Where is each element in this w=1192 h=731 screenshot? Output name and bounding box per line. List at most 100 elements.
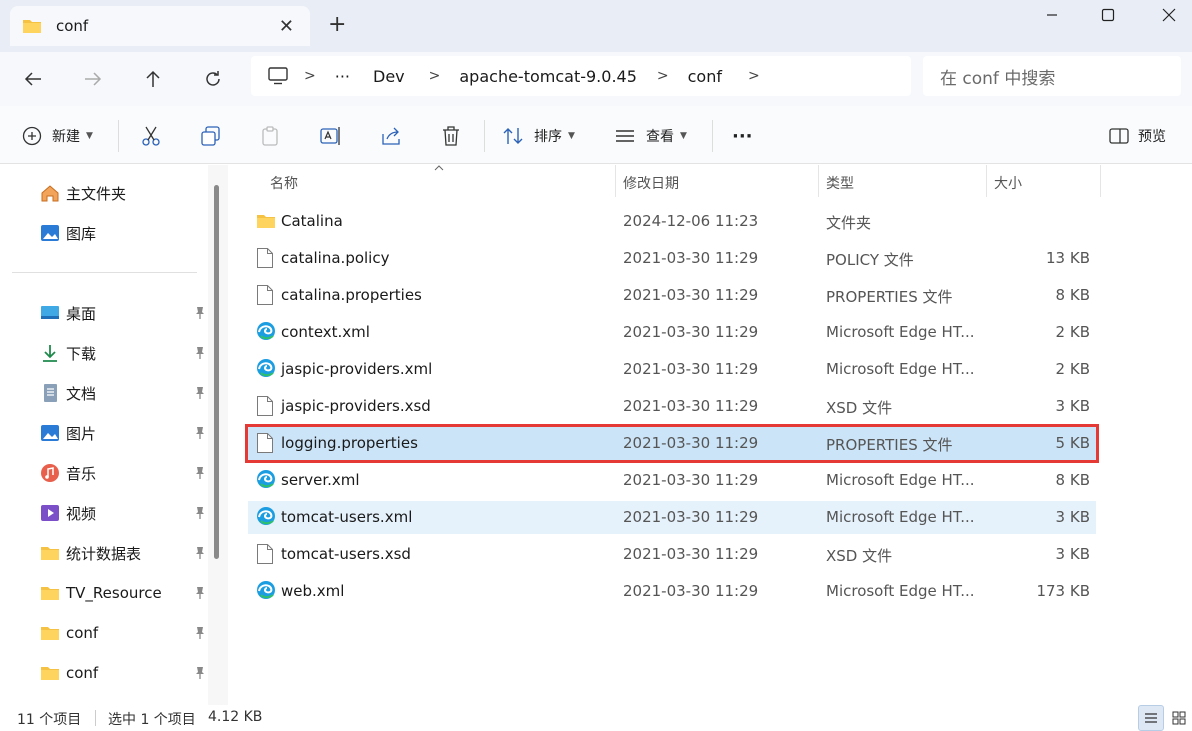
tab-conf[interactable]: conf ✕ — [10, 6, 310, 46]
file-type: 文件夹 — [826, 214, 872, 232]
close-tab-icon[interactable]: ✕ — [279, 16, 294, 37]
sidebar-item-label: 视频 — [66, 504, 97, 523]
paste-button[interactable] — [260, 123, 282, 149]
file-date: 2021-03-30 11:29 — [623, 582, 759, 600]
tiles-view-icon — [1172, 711, 1186, 725]
folder-icon — [40, 663, 60, 683]
column-divider[interactable] — [1100, 165, 1101, 197]
rename-icon — [320, 127, 340, 145]
file-size: 2 KB — [1055, 360, 1090, 378]
new-tab-button[interactable]: + — [328, 12, 346, 37]
copy-button[interactable] — [200, 123, 222, 149]
pin-icon[interactable] — [194, 506, 206, 520]
pin-icon[interactable] — [194, 626, 206, 640]
pin-icon[interactable] — [194, 666, 206, 680]
sidebar-item-tv-resource[interactable]: TV_Resource — [40, 579, 210, 607]
sidebar-item-videos[interactable]: 视频 — [40, 499, 210, 527]
file-type: Microsoft Edge HT... — [826, 582, 975, 600]
maximize-button[interactable] — [1085, 2, 1131, 28]
view-button[interactable]: 查看 ▼ — [614, 123, 687, 149]
breadcrumb-conf[interactable]: conf — [688, 67, 722, 86]
sidebar-item-desktop[interactable]: 桌面 — [40, 299, 210, 327]
column-divider[interactable] — [615, 165, 616, 197]
file-row[interactable]: context.xml 2021-03-30 11:29 Microsoft Edg… — [248, 316, 1096, 349]
sidebar-item-home[interactable]: 主文件夹 — [40, 179, 210, 207]
pin-icon[interactable] — [194, 466, 206, 480]
document-icon — [40, 383, 60, 403]
file-row[interactable]: logging.properties 2021-03-30 11:29 PROPER… — [245, 424, 1099, 463]
file-name: logging.properties — [281, 434, 418, 452]
column-header-date[interactable]: 修改日期 — [623, 173, 679, 193]
file-date: 2024-12-06 11:23 — [623, 212, 759, 230]
sort-button[interactable]: 排序 ▼ — [502, 123, 575, 149]
minimize-button[interactable] — [1029, 2, 1075, 28]
file-row[interactable]: tomcat-users.xsd 2021-03-30 11:29 XSD 文件 3 … — [248, 538, 1096, 571]
file-row[interactable]: jaspic-providers.xml 2021-03-30 11:29 Micr… — [248, 353, 1096, 386]
file-name: jaspic-providers.xsd — [281, 397, 431, 415]
preview-button[interactable]: 预览 — [1108, 123, 1166, 149]
file-row[interactable]: catalina.properties 2021-03-30 11:29 PROPE… — [248, 279, 1096, 312]
file-row[interactable]: catalina.policy 2021-03-30 11:29 POLICY 文件… — [248, 242, 1096, 275]
pin-icon[interactable] — [194, 546, 206, 560]
preview-pane-icon — [1109, 128, 1129, 144]
share-button[interactable] — [380, 123, 402, 149]
file-date: 2021-03-30 11:29 — [623, 360, 759, 378]
sidebar-divider — [12, 272, 197, 273]
column-header-name[interactable]: 名称 — [270, 173, 298, 193]
sidebar-item-conf-2[interactable]: conf — [40, 659, 210, 687]
pin-icon[interactable] — [194, 586, 206, 600]
forward-button[interactable] — [79, 65, 107, 93]
file-size: 173 KB — [1036, 582, 1090, 600]
folder-icon — [256, 210, 276, 232]
sidebar-item-documents[interactable]: 文档 — [40, 379, 210, 407]
file-row[interactable]: tomcat-users.xml 2021-03-30 11:29 Microsof… — [248, 501, 1096, 534]
column-divider[interactable] — [986, 165, 987, 197]
pin-icon[interactable] — [194, 386, 206, 400]
refresh-button[interactable] — [199, 65, 227, 93]
sidebar-item-stats-folder[interactable]: 统计数据表 — [40, 539, 210, 567]
column-divider[interactable] — [818, 165, 819, 197]
file-size: 13 KB — [1046, 249, 1090, 267]
rename-button[interactable] — [320, 123, 342, 149]
file-row[interactable]: Catalina 2024-12-06 11:23 文件夹 — [248, 205, 1096, 238]
breadcrumb-apache-tomcat[interactable]: apache-tomcat-9.0.45 — [459, 67, 637, 86]
column-header-size[interactable]: 大小 — [994, 173, 1022, 193]
sidebar-item-conf[interactable]: conf — [40, 619, 210, 647]
sidebar-item-downloads[interactable]: 下载 — [40, 339, 210, 367]
more-options-button[interactable]: ··· — [732, 123, 753, 149]
sidebar-item-music[interactable]: 音乐 — [40, 459, 210, 487]
tiles-view-button[interactable] — [1166, 705, 1192, 731]
file-row[interactable]: jaspic-providers.xsd 2021-03-30 11:29 XSD … — [248, 390, 1096, 423]
file-date: 2021-03-30 11:29 — [623, 323, 759, 341]
sidebar-scrollbar-thumb[interactable] — [214, 185, 219, 559]
chevron-down-icon: ▼ — [568, 131, 575, 141]
chevron-right-icon[interactable]: > — [748, 68, 760, 84]
up-button[interactable] — [139, 65, 167, 93]
pin-icon[interactable] — [194, 346, 206, 360]
file-size: 5 KB — [1055, 434, 1090, 452]
sidebar-item-gallery[interactable]: 图库 — [40, 219, 210, 247]
file-type: Microsoft Edge HT... — [826, 323, 975, 341]
details-view-button[interactable] — [1138, 705, 1164, 731]
close-window-button[interactable] — [1146, 2, 1192, 28]
file-row[interactable]: web.xml 2021-03-30 11:29 Microsoft Edge HT… — [248, 575, 1096, 608]
new-button[interactable]: 新建 ▼ — [22, 123, 93, 149]
file-row[interactable]: server.xml 2021-03-30 11:29 Microsoft Edge… — [248, 464, 1096, 497]
share-icon — [382, 127, 400, 145]
file-type: PROPERTIES 文件 — [826, 288, 953, 306]
column-header-type[interactable]: 类型 — [826, 173, 854, 193]
search-input[interactable]: 在 conf 中搜索 — [923, 56, 1181, 96]
back-button[interactable] — [19, 65, 47, 93]
file-size: 3 KB — [1055, 397, 1090, 415]
file-icon — [256, 543, 276, 565]
breadcrumb-more[interactable]: ··· — [335, 67, 350, 86]
cut-button[interactable] — [140, 123, 162, 149]
address-bar[interactable]: > ··· Dev > apache-tomcat-9.0.45 > conf … — [251, 56, 911, 96]
file-type: XSD 文件 — [826, 399, 893, 417]
delete-button[interactable] — [440, 123, 462, 149]
pin-icon[interactable] — [194, 426, 206, 440]
file-type: POLICY 文件 — [826, 251, 914, 269]
pin-icon[interactable] — [194, 306, 206, 320]
sidebar-item-pictures[interactable]: 图片 — [40, 419, 210, 447]
breadcrumb-dev[interactable]: Dev — [373, 67, 405, 86]
